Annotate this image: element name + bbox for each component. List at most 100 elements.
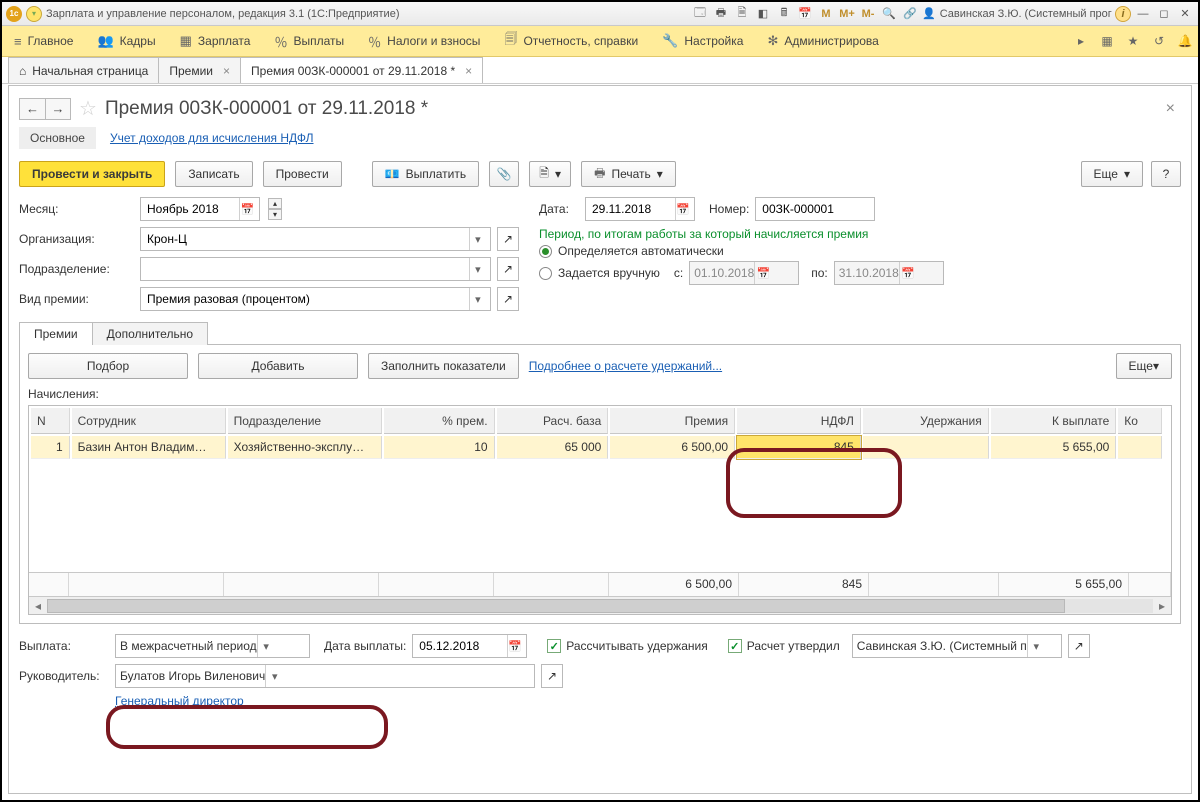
calendar-icon[interactable]: 📅 (507, 635, 522, 657)
m-plus-label[interactable]: M+ (838, 6, 856, 22)
compare-icon[interactable]: ◧ (754, 6, 772, 22)
tab-bonuses-list[interactable]: Премии× (158, 57, 241, 83)
approver-open-button[interactable]: ↗ (1068, 634, 1090, 658)
menu-more-arrow[interactable]: ▸ (1068, 34, 1094, 48)
minimize-button[interactable]: — (1134, 6, 1152, 22)
money-icon: 💶 (385, 167, 400, 181)
ndfl-cell[interactable]: 845 (737, 436, 861, 459)
post-button[interactable]: Провести (263, 161, 342, 187)
calendar-icon[interactable]: 📅 (796, 6, 814, 22)
calendar-icon[interactable]: 📅 (239, 198, 255, 220)
bell-icon[interactable]: 🔔 (1172, 34, 1198, 48)
close-document-button[interactable]: × (1166, 100, 1181, 118)
m-label[interactable]: M (817, 6, 835, 22)
favorite-star-icon[interactable]: ★ (1120, 34, 1146, 48)
dropdown-icon[interactable]: ▾ (469, 258, 486, 280)
mode-main-tab[interactable]: Основное (19, 127, 96, 149)
dept-open-button[interactable]: ↗ (497, 257, 519, 281)
help-button[interactable]: ? (1151, 161, 1181, 187)
main-menu: ≡Главное 👥Кадры ▦Зарплата ％Выплаты ％Нало… (2, 26, 1198, 57)
mode-ndfl-link[interactable]: Учет доходов для исчисления НДФЛ (110, 131, 314, 145)
more-button[interactable]: Еще ▾ (1081, 161, 1143, 187)
table-h-scrollbar[interactable]: ◂▸ (29, 596, 1171, 614)
maximize-button[interactable]: ◻ (1155, 6, 1173, 22)
menu-staff[interactable]: 👥Кадры (85, 26, 167, 56)
m-minus-label[interactable]: M- (859, 6, 877, 22)
date-field[interactable]: 📅 (585, 197, 695, 221)
dropdown-icon[interactable]: ▾ (257, 635, 275, 657)
bottom-form: Выплата: В межрасчетный период▾ Дата вып… (9, 624, 1191, 718)
sub-tabs: Премии Дополнительно (19, 321, 1181, 345)
close-window-button[interactable]: ✕ (1176, 6, 1194, 22)
menu-payments[interactable]: ％Выплаты (262, 26, 356, 56)
pay-date-field[interactable]: 📅 (412, 634, 527, 658)
favorite-toggle-icon[interactable]: ☆ (79, 96, 97, 121)
approved-checkbox[interactable]: ✓Расчет утвердил (728, 639, 840, 653)
post-and-close-button[interactable]: Провести и закрыть (19, 161, 165, 187)
add-button[interactable]: Добавить (198, 353, 358, 379)
print-button[interactable]: 🖶Печать ▾ (581, 161, 676, 187)
subtab-extra[interactable]: Дополнительно (92, 322, 208, 345)
dept-field[interactable]: ▾ (140, 257, 491, 281)
dropdown-icon[interactable]: ▾ (469, 288, 486, 310)
wrench-icon: 🔧 (662, 33, 678, 49)
dropdown-icon[interactable]: ▾ (265, 665, 283, 687)
zoom-icon[interactable]: 🔍 (880, 6, 898, 22)
month-spinner[interactable]: ▴▾ (268, 198, 282, 220)
create-based-button[interactable]: 🗎 ▾ (529, 161, 571, 187)
tab-bonus-doc[interactable]: Премия 00ЗК-000001 от 29.11.2018 *× (240, 57, 483, 83)
period-manual-radio[interactable]: Задается вручную с: 01.10.2018📅 по: 31.1… (539, 261, 1181, 285)
bonus-type-open-button[interactable]: ↗ (497, 287, 519, 311)
menu-salary[interactable]: ▦Зарплата (168, 26, 263, 56)
dropdown-round-icon[interactable]: ▾ (26, 6, 42, 22)
doc-plus-icon: 🗎 (539, 164, 549, 185)
attach-button[interactable]: 📎 (489, 161, 519, 187)
calc-hold-checkbox[interactable]: ✓Рассчитывать удержания (547, 639, 707, 653)
user-icon: 👤 (922, 7, 936, 20)
dropdown-icon[interactable]: ▾ (469, 228, 486, 250)
fill-indicators-button[interactable]: Заполнить показатели (368, 353, 519, 379)
payment-mode-field[interactable]: В межрасчетный период▾ (115, 634, 310, 658)
menu-settings[interactable]: 🔧Настройка (650, 26, 755, 56)
save-button[interactable]: Записать (175, 161, 252, 187)
calendar-icon: 📅 (899, 262, 917, 284)
calendar-icon[interactable]: 📅 (675, 198, 690, 220)
holdings-detail-link[interactable]: Подробнее о расчете удержаний... (529, 359, 722, 373)
print-icon[interactable]: 🖶 (712, 6, 730, 22)
dropdown-icon[interactable]: ▾ (1027, 635, 1045, 657)
menu-reports[interactable]: 🗐Отчетность, справки (492, 26, 650, 56)
manager-field[interactable]: Булатов Игорь Виленович▾ (115, 664, 535, 688)
manager-open-button[interactable]: ↗ (541, 664, 563, 688)
number-field[interactable] (755, 197, 875, 221)
org-field[interactable]: ▾ (140, 227, 491, 251)
approver-field[interactable]: Савинская З.Ю. (Системный п▾ (852, 634, 1062, 658)
manager-position-link[interactable]: Генеральный директор (115, 694, 244, 708)
org-open-button[interactable]: ↗ (497, 227, 519, 251)
history-icon[interactable]: ↺ (1146, 34, 1172, 48)
close-icon[interactable]: × (465, 64, 472, 78)
info-icon[interactable]: i (1115, 6, 1131, 22)
subtab-bonus[interactable]: Премии (19, 322, 93, 345)
month-field[interactable]: 📅 (140, 197, 260, 221)
bonus-type-field[interactable]: ▾ (140, 287, 491, 311)
menu-main[interactable]: ≡Главное (2, 26, 85, 56)
calculator-icon[interactable]: 🖩 (775, 6, 793, 22)
pay-button[interactable]: 💶Выплатить (372, 161, 479, 187)
doc-icon[interactable]: 🗎 (733, 6, 751, 22)
pick-button[interactable]: Подбор (28, 353, 188, 379)
table-header-row: N Сотрудник Подразделение % прем. Расч. … (31, 408, 1162, 434)
table-row[interactable]: 1 Базин Антон Владим… Хозяйственно-экспл… (31, 436, 1162, 459)
nav-forward-button[interactable]: → (45, 98, 71, 120)
link-icon[interactable]: 🔗 (901, 6, 919, 22)
period-auto-radio[interactable]: Определяется автоматически (539, 244, 1181, 258)
print-preview-icon[interactable]: 🗔 (691, 6, 709, 22)
sub-more-button[interactable]: Еще ▾ (1116, 353, 1172, 379)
tab-home[interactable]: ⌂Начальная страница (8, 57, 159, 83)
user-block[interactable]: 👤Савинская З.Ю. (Системный прог… (922, 7, 1112, 20)
apps-grid-icon[interactable]: ▦ (1094, 34, 1120, 48)
menu-admin[interactable]: ✻Администрирова (755, 26, 890, 56)
menu-taxes[interactable]: ％Налоги и взносы (356, 26, 492, 56)
nav-back-button[interactable]: ← (19, 98, 45, 120)
close-icon[interactable]: × (223, 64, 230, 78)
app-titlebar: 1c ▾ Зарплата и управление персоналом, р… (2, 2, 1198, 26)
